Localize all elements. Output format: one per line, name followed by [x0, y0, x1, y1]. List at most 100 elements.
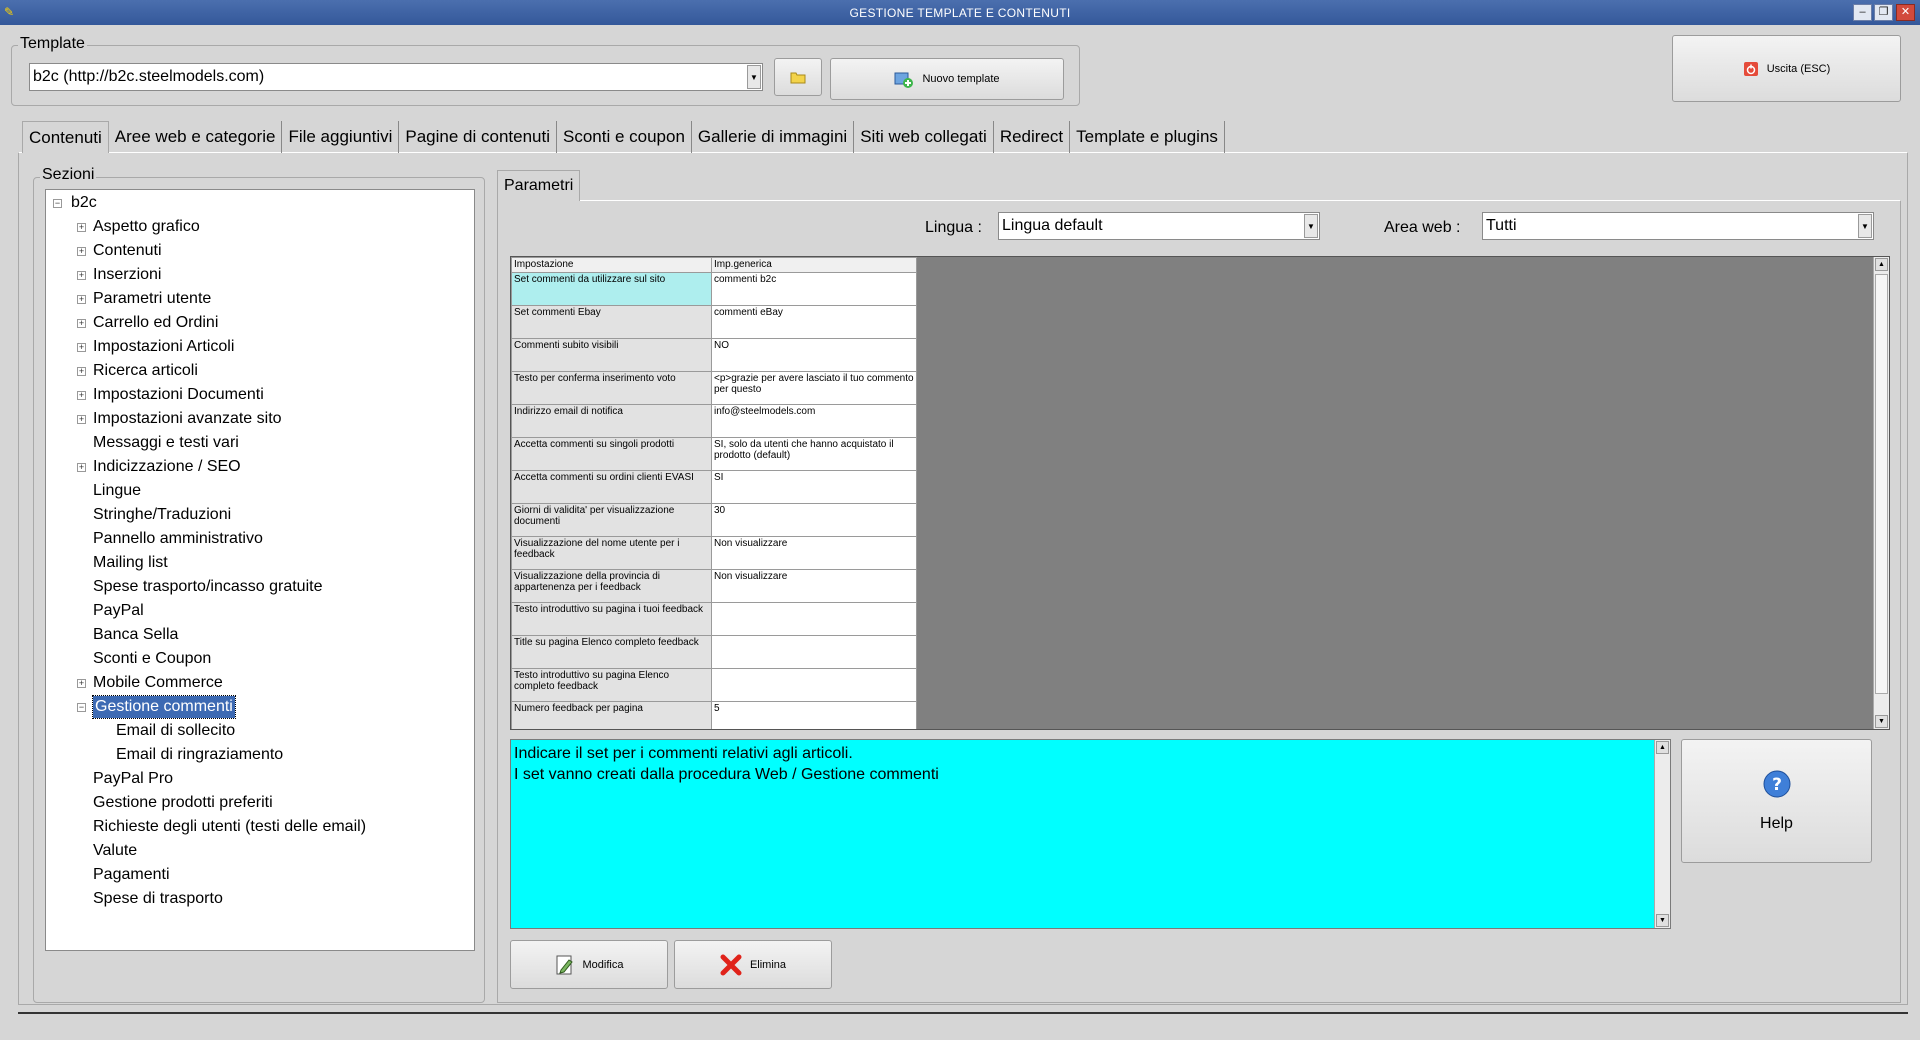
setting-value-cell[interactable]: Non visualizzare	[711, 569, 917, 603]
help-button[interactable]: ? Help	[1681, 739, 1872, 863]
table-row[interactable]: Visualizzazione della provincia di appar…	[511, 569, 917, 603]
setting-value-cell[interactable]: <p>grazie per avere lasciato il tuo comm…	[711, 371, 917, 405]
expand-icon[interactable]: +	[77, 247, 86, 256]
tree-item-pannello-amministrativo[interactable]: Pannello amministrativo	[93, 528, 263, 550]
minimize-button[interactable]: –	[1853, 4, 1872, 21]
setting-name-cell[interactable]: Visualizzazione della provincia di appar…	[511, 569, 712, 603]
setting-value-cell[interactable]: commenti eBay	[711, 305, 917, 339]
tab-contenuti[interactable]: Contenuti	[22, 121, 109, 153]
template-select[interactable]: b2c (http://b2c.steelmodels.com) ▼	[29, 63, 763, 91]
tree-item-aspetto-grafico[interactable]: Aspetto grafico	[93, 216, 200, 238]
setting-name-cell[interactable]: Testo introduttivo su pagina i tuoi feed…	[511, 602, 712, 636]
expand-icon[interactable]: +	[77, 415, 86, 424]
lingua-select[interactable]: Lingua default ▼	[998, 212, 1320, 240]
table-row[interactable]: Visualizzazione del nome utente per i fe…	[511, 536, 917, 570]
tree-item-paypal-pro[interactable]: PayPal Pro	[93, 768, 173, 790]
tree-item-valute[interactable]: Valute	[93, 840, 137, 862]
setting-value-cell[interactable]: commenti b2c	[711, 272, 917, 306]
setting-value-cell[interactable]	[711, 602, 917, 636]
scroll-down-icon[interactable]: ▼	[1875, 715, 1888, 728]
tree-item-gestione-commenti[interactable]: Gestione commenti	[92, 695, 236, 719]
tab-pagine-contenuti[interactable]: Pagine di contenuti	[399, 121, 557, 153]
tree-item-messaggi-e-testi-vari[interactable]: Messaggi e testi vari	[93, 432, 239, 454]
tree-item-sconti-e-coupon[interactable]: Sconti e Coupon	[93, 648, 211, 670]
setting-name-cell[interactable]: Testo per conferma inserimento voto	[511, 371, 712, 405]
description-box[interactable]: Indicare il set per i commenti relativi …	[510, 739, 1671, 929]
setting-name-cell[interactable]: Testo introduttivo su pagina Elenco comp…	[511, 668, 712, 702]
close-button[interactable]: ✕	[1896, 4, 1915, 21]
expand-icon[interactable]: +	[77, 319, 86, 328]
setting-name-cell[interactable]: Commenti subito visibili	[511, 338, 712, 372]
setting-value-cell[interactable]: NO	[711, 338, 917, 372]
tree-item-stringhe-traduzioni[interactable]: Stringhe/Traduzioni	[93, 504, 231, 526]
table-row[interactable]: Indirizzo email di notifica info@steelmod…	[511, 404, 917, 438]
tree-item-paypal[interactable]: PayPal	[93, 600, 144, 622]
tree-item-indicizzazione-seo[interactable]: Indicizzazione / SEO	[93, 456, 241, 478]
tab-redirect[interactable]: Redirect	[994, 121, 1071, 153]
setting-name-cell[interactable]: Numero feedback per pagina	[511, 701, 712, 729]
maximize-button[interactable]: ❐	[1874, 4, 1893, 21]
setting-name-cell[interactable]: Accetta commenti su ordini clienti EVASI	[511, 470, 712, 504]
expand-icon[interactable]: +	[77, 271, 86, 280]
elimina-button[interactable]: Elimina	[674, 940, 832, 989]
tab-siti-collegati[interactable]: Siti web collegati	[854, 121, 994, 153]
area-web-select[interactable]: Tutti ▼	[1482, 212, 1874, 240]
setting-name-cell[interactable]: Accetta commenti su singoli prodotti	[511, 437, 712, 471]
setting-value-cell[interactable]: 5	[711, 701, 917, 729]
tab-aree-web[interactable]: Aree web e categorie	[109, 121, 283, 153]
tree-item-ricerca-articoli[interactable]: Ricerca articoli	[93, 360, 198, 382]
setting-value-cell[interactable]: 30	[711, 503, 917, 537]
sections-tree[interactable]: b2c − Aspetto grafico + Contenuti + Inserzio…	[45, 189, 475, 951]
setting-name-cell[interactable]: Visualizzazione del nome utente per i fe…	[511, 536, 712, 570]
open-folder-button[interactable]	[774, 58, 822, 96]
tree-item-banca-sella[interactable]: Banca Sella	[93, 624, 178, 646]
expand-icon[interactable]: +	[77, 367, 86, 376]
tree-item-impostazioni-avanzate-sito[interactable]: Impostazioni avanzate sito	[93, 408, 282, 430]
setting-name-cell[interactable]: Title su pagina Elenco completo feedback	[511, 635, 712, 669]
tree-item-impostazioni-documenti[interactable]: Impostazioni Documenti	[93, 384, 264, 406]
tree-item-richieste-degli-utenti-testi-delle-email[interactable]: Richieste degli utenti (testi delle emai…	[93, 816, 366, 838]
setting-value-cell[interactable]: SI, solo da utenti che hanno acquistato …	[711, 437, 917, 471]
table-row[interactable]: Accetta commenti su ordini clienti EVASI…	[511, 470, 917, 504]
modifica-button[interactable]: Modifica	[510, 940, 668, 989]
tree-item-spese-di-trasporto[interactable]: Spese di trasporto	[93, 888, 223, 910]
column-header-imp-generica[interactable]: Imp.generica	[711, 257, 917, 273]
setting-value-cell[interactable]: SI	[711, 470, 917, 504]
tree-item-parametri-utente[interactable]: Parametri utente	[93, 288, 211, 310]
tree-item-contenuti[interactable]: Contenuti	[93, 240, 162, 262]
setting-name-cell[interactable]: Set commenti da utilizzare sul sito	[511, 272, 712, 306]
setting-value-cell[interactable]: Non visualizzare	[711, 536, 917, 570]
tree-item-gestione-prodotti-preferiti[interactable]: Gestione prodotti preferiti	[93, 792, 273, 814]
expand-icon[interactable]: +	[77, 391, 86, 400]
table-row[interactable]: Accetta commenti su singoli prodotti SI, …	[511, 437, 917, 471]
setting-value-cell[interactable]	[711, 668, 917, 702]
expand-icon[interactable]: +	[77, 463, 86, 472]
table-row[interactable]: Title su pagina Elenco completo feedback	[511, 635, 917, 669]
tab-parametri[interactable]: Parametri	[497, 170, 581, 201]
parameters-grid[interactable]: Impostazione Imp.generica Set commenti d…	[510, 256, 1890, 730]
scroll-up-icon[interactable]: ▲	[1656, 741, 1669, 754]
table-row[interactable]: Testo introduttivo su pagina Elenco comp…	[511, 668, 917, 702]
grid-scrollbar[interactable]: ▲ ▼	[1873, 257, 1889, 729]
new-template-button[interactable]: Nuovo template	[830, 58, 1064, 100]
scroll-thumb[interactable]	[1875, 274, 1888, 694]
setting-name-cell[interactable]: Indirizzo email di notifica	[511, 404, 712, 438]
expand-icon[interactable]: +	[77, 679, 86, 688]
exit-button[interactable]: Uscita (ESC)	[1672, 35, 1901, 102]
table-row[interactable]: Set commenti Ebay commenti eBay	[511, 305, 917, 339]
expand-icon[interactable]: +	[77, 343, 86, 352]
table-row[interactable]: Set commenti da utilizzare sul sito comme…	[511, 272, 917, 306]
collapse-icon[interactable]: −	[77, 703, 86, 712]
tree-item-lingue[interactable]: Lingue	[93, 480, 141, 502]
column-header-impostazione[interactable]: Impostazione	[511, 257, 712, 273]
scroll-up-icon[interactable]: ▲	[1875, 258, 1888, 271]
setting-name-cell[interactable]: Giorni di validita' per visualizzazione …	[511, 503, 712, 537]
setting-name-cell[interactable]: Set commenti Ebay	[511, 305, 712, 339]
tree-item-impostazioni-articoli[interactable]: Impostazioni Articoli	[93, 336, 234, 358]
tree-item-email-di-ringraziamento[interactable]: Email di ringraziamento	[116, 744, 283, 766]
table-row[interactable]: Giorni di validita' per visualizzazione …	[511, 503, 917, 537]
tree-item-carrello-ed-ordini[interactable]: Carrello ed Ordini	[93, 312, 218, 334]
scroll-down-icon[interactable]: ▼	[1656, 914, 1669, 927]
table-row[interactable]: Numero feedback per pagina 5	[511, 701, 917, 729]
tree-item-pagamenti[interactable]: Pagamenti	[93, 864, 170, 886]
